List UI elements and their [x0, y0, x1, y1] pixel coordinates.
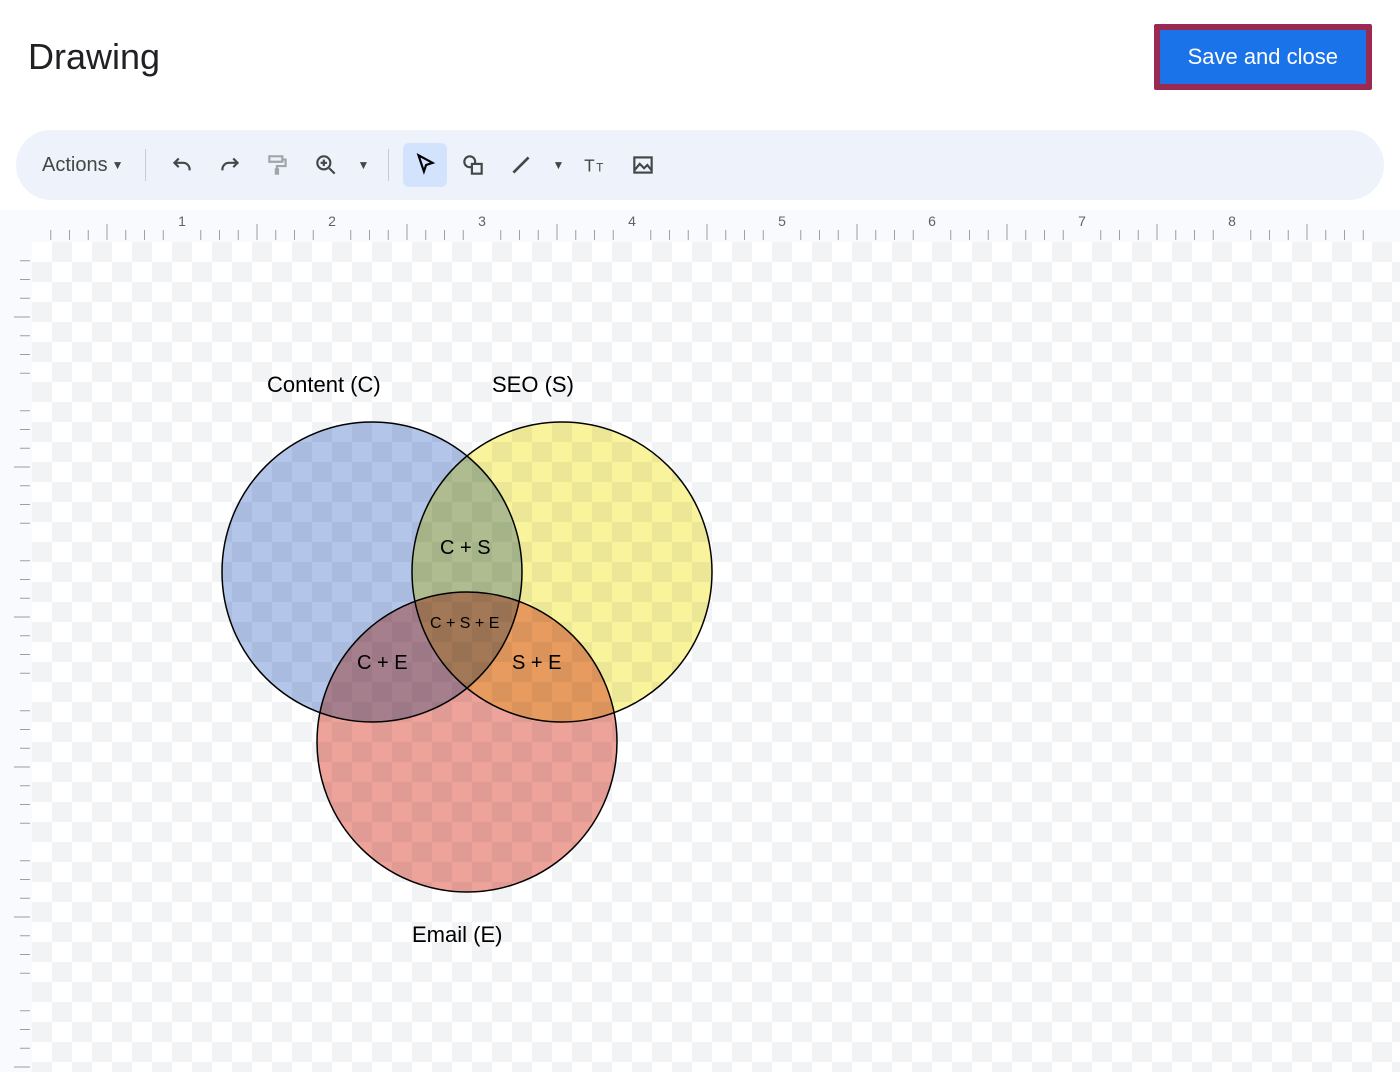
header: Drawing Save and close — [0, 0, 1400, 100]
caret-down-icon: ▼ — [358, 158, 370, 172]
svg-text:5: 5 — [778, 213, 786, 229]
zoom-dropdown[interactable]: ▼ — [352, 158, 374, 172]
caret-down-icon: ▼ — [553, 158, 565, 172]
page-title: Drawing — [28, 36, 160, 78]
save-and-close-button[interactable]: Save and close — [1160, 30, 1366, 84]
toolbar-divider — [388, 149, 389, 181]
paint-format-button — [256, 143, 300, 187]
undo-icon — [169, 152, 195, 178]
svg-text:T: T — [597, 161, 604, 175]
redo-icon — [217, 152, 243, 178]
zoom-button[interactable] — [304, 143, 348, 187]
zoom-icon — [313, 152, 339, 178]
vertical-ruler — [0, 242, 32, 1072]
canvas-area: Content (C) SEO (S) Email (E) C + S C + … — [0, 242, 1400, 1072]
select-tool-button[interactable] — [403, 143, 447, 187]
save-button-highlight: Save and close — [1154, 24, 1372, 90]
svg-text:7: 7 — [1078, 213, 1086, 229]
image-icon — [630, 152, 656, 178]
horizontal-ruler: 1 2 3 4 5 6 7 8 — [0, 210, 1400, 242]
redo-button[interactable] — [208, 143, 252, 187]
venn-label-email[interactable]: Email (E) — [412, 922, 502, 948]
svg-text:3: 3 — [478, 213, 486, 229]
paint-roller-icon — [265, 152, 291, 178]
venn-label-cs[interactable]: C + S — [440, 537, 491, 560]
toolbar: Actions ▼ ▼ ▼ TT — [16, 130, 1384, 200]
svg-text:T: T — [585, 156, 596, 176]
toolbar-divider — [145, 149, 146, 181]
svg-text:2: 2 — [328, 213, 336, 229]
venn-label-ce[interactable]: C + E — [357, 652, 408, 675]
caret-down-icon: ▼ — [112, 158, 124, 172]
shapes-icon — [460, 152, 486, 178]
venn-label-content[interactable]: Content (C) — [267, 372, 381, 398]
line-tool-button[interactable] — [499, 143, 543, 187]
svg-text:8: 8 — [1228, 213, 1236, 229]
actions-label: Actions — [42, 154, 108, 177]
undo-button[interactable] — [160, 143, 204, 187]
venn-circle-email[interactable] — [317, 592, 617, 892]
drawing-canvas[interactable]: Content (C) SEO (S) Email (E) C + S C + … — [32, 242, 1400, 1072]
actions-menu-button[interactable]: Actions ▼ — [34, 148, 131, 183]
svg-text:6: 6 — [928, 213, 936, 229]
svg-text:1: 1 — [178, 213, 186, 229]
svg-text:4: 4 — [628, 213, 636, 229]
shape-tool-button[interactable] — [451, 143, 495, 187]
venn-label-seo[interactable]: SEO (S) — [492, 372, 574, 398]
line-icon — [508, 152, 534, 178]
textbox-tool-button[interactable]: TT — [573, 143, 617, 187]
venn-label-se[interactable]: S + E — [512, 652, 561, 675]
image-tool-button[interactable] — [621, 143, 665, 187]
cursor-icon — [412, 152, 438, 178]
line-dropdown[interactable]: ▼ — [547, 158, 569, 172]
venn-label-cse[interactable]: C + S + E — [430, 615, 499, 633]
text-icon: TT — [582, 152, 608, 178]
